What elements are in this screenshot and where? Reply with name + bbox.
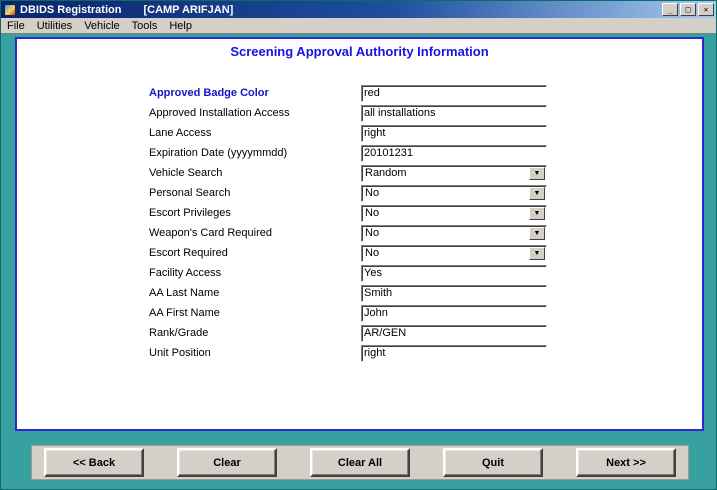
form-field-row: Lane Access [149, 125, 547, 141]
app-window: DBIDS Registration [CAMP ARIFJAN] _ □ ✕ … [0, 0, 717, 490]
field-label: Approved Installation Access [149, 107, 361, 119]
field-label: Personal Search [149, 187, 361, 199]
aa-last-name-input[interactable] [361, 285, 547, 302]
combo-selected-value: Random [362, 167, 529, 179]
form-field-row: AA Last Name [149, 285, 547, 301]
unit-position-input[interactable] [361, 345, 547, 362]
lane-access-input[interactable] [361, 125, 547, 142]
form-field-row: Escort PrivilegesNo▼ [149, 205, 547, 221]
form-field-row: Unit Position [149, 345, 547, 361]
next-button[interactable]: Next >> [576, 448, 676, 477]
window-title: DBIDS Registration [20, 4, 121, 16]
dropdown-arrow-icon[interactable]: ▼ [529, 247, 545, 260]
field-label: Approved Badge Color [149, 87, 361, 99]
menu-item-tools[interactable]: Tools [126, 19, 164, 33]
field-label: Lane Access [149, 127, 361, 139]
title-bar: DBIDS Registration [CAMP ARIFJAN] _ □ ✕ [1, 1, 716, 18]
form-field-row: Approved Badge Color [149, 85, 547, 101]
field-label: Escort Privileges [149, 207, 361, 219]
combo-selected-value: No [362, 207, 529, 219]
facility-access-input[interactable] [361, 265, 547, 282]
dropdown-arrow-icon[interactable]: ▼ [529, 167, 545, 180]
form-field-row: AA First Name [149, 305, 547, 321]
dropdown-arrow-icon[interactable]: ▼ [529, 187, 545, 200]
combo-selected-value: No [362, 247, 529, 259]
field-label: Unit Position [149, 347, 361, 359]
field-label: Escort Required [149, 247, 361, 259]
form-field-row: Weapon's Card RequiredNo▼ [149, 225, 547, 241]
quit-button[interactable]: Quit [443, 448, 543, 477]
form-field-row: Personal SearchNo▼ [149, 185, 547, 201]
close-button[interactable]: ✕ [698, 3, 714, 16]
page-title: Screening Approval Authority Information [17, 44, 702, 59]
escort-privileges-select[interactable]: No▼ [361, 205, 547, 222]
field-label: Rank/Grade [149, 327, 361, 339]
maximize-button[interactable]: □ [680, 3, 696, 16]
footer-button-bar: << Back Clear Clear All Quit Next >> [31, 445, 689, 480]
menu-item-help[interactable]: Help [163, 19, 198, 33]
aa-first-name-input[interactable] [361, 305, 547, 322]
weapons-card-required-select[interactable]: No▼ [361, 225, 547, 242]
back-button[interactable]: << Back [44, 448, 144, 477]
app-icon [4, 4, 16, 16]
clear-all-button[interactable]: Clear All [310, 448, 410, 477]
menu-item-file[interactable]: File [1, 19, 31, 33]
rank-grade-input[interactable] [361, 325, 547, 342]
menu-item-vehicle[interactable]: Vehicle [78, 19, 125, 33]
menu-bar: FileUtilitiesVehicleToolsHelp [1, 18, 716, 34]
field-label: Facility Access [149, 267, 361, 279]
clear-button[interactable]: Clear [177, 448, 277, 477]
minimize-button[interactable]: _ [662, 3, 678, 16]
dropdown-arrow-icon[interactable]: ▼ [529, 227, 545, 240]
personal-search-select[interactable]: No▼ [361, 185, 547, 202]
form-field-row: Approved Installation Access [149, 105, 547, 121]
form-field-row: Escort RequiredNo▼ [149, 245, 547, 261]
combo-selected-value: No [362, 227, 529, 239]
approved-badge-color-input[interactable] [361, 85, 547, 102]
vehicle-search-select[interactable]: Random▼ [361, 165, 547, 182]
expiration-date-input[interactable] [361, 145, 547, 162]
window-location: [CAMP ARIFJAN] [143, 4, 233, 16]
approved-installation-access-input[interactable] [361, 105, 547, 122]
field-label: Weapon's Card Required [149, 227, 361, 239]
form-field-row: Rank/Grade [149, 325, 547, 341]
form-field-row: Vehicle SearchRandom▼ [149, 165, 547, 181]
escort-required-select[interactable]: No▼ [361, 245, 547, 262]
combo-selected-value: No [362, 187, 529, 199]
menu-item-utilities[interactable]: Utilities [31, 19, 78, 33]
form-panel: Screening Approval Authority Information… [15, 37, 704, 431]
form-rows: Approved Badge Color Approved Installatio… [149, 85, 547, 361]
field-label: Vehicle Search [149, 167, 361, 179]
field-label: Expiration Date (yyyymmdd) [149, 147, 361, 159]
field-label: AA First Name [149, 307, 361, 319]
form-field-row: Expiration Date (yyyymmdd) [149, 145, 547, 161]
form-field-row: Facility Access [149, 265, 547, 281]
window-controls: _ □ ✕ [662, 3, 714, 16]
dropdown-arrow-icon[interactable]: ▼ [529, 207, 545, 220]
field-label: AA Last Name [149, 287, 361, 299]
